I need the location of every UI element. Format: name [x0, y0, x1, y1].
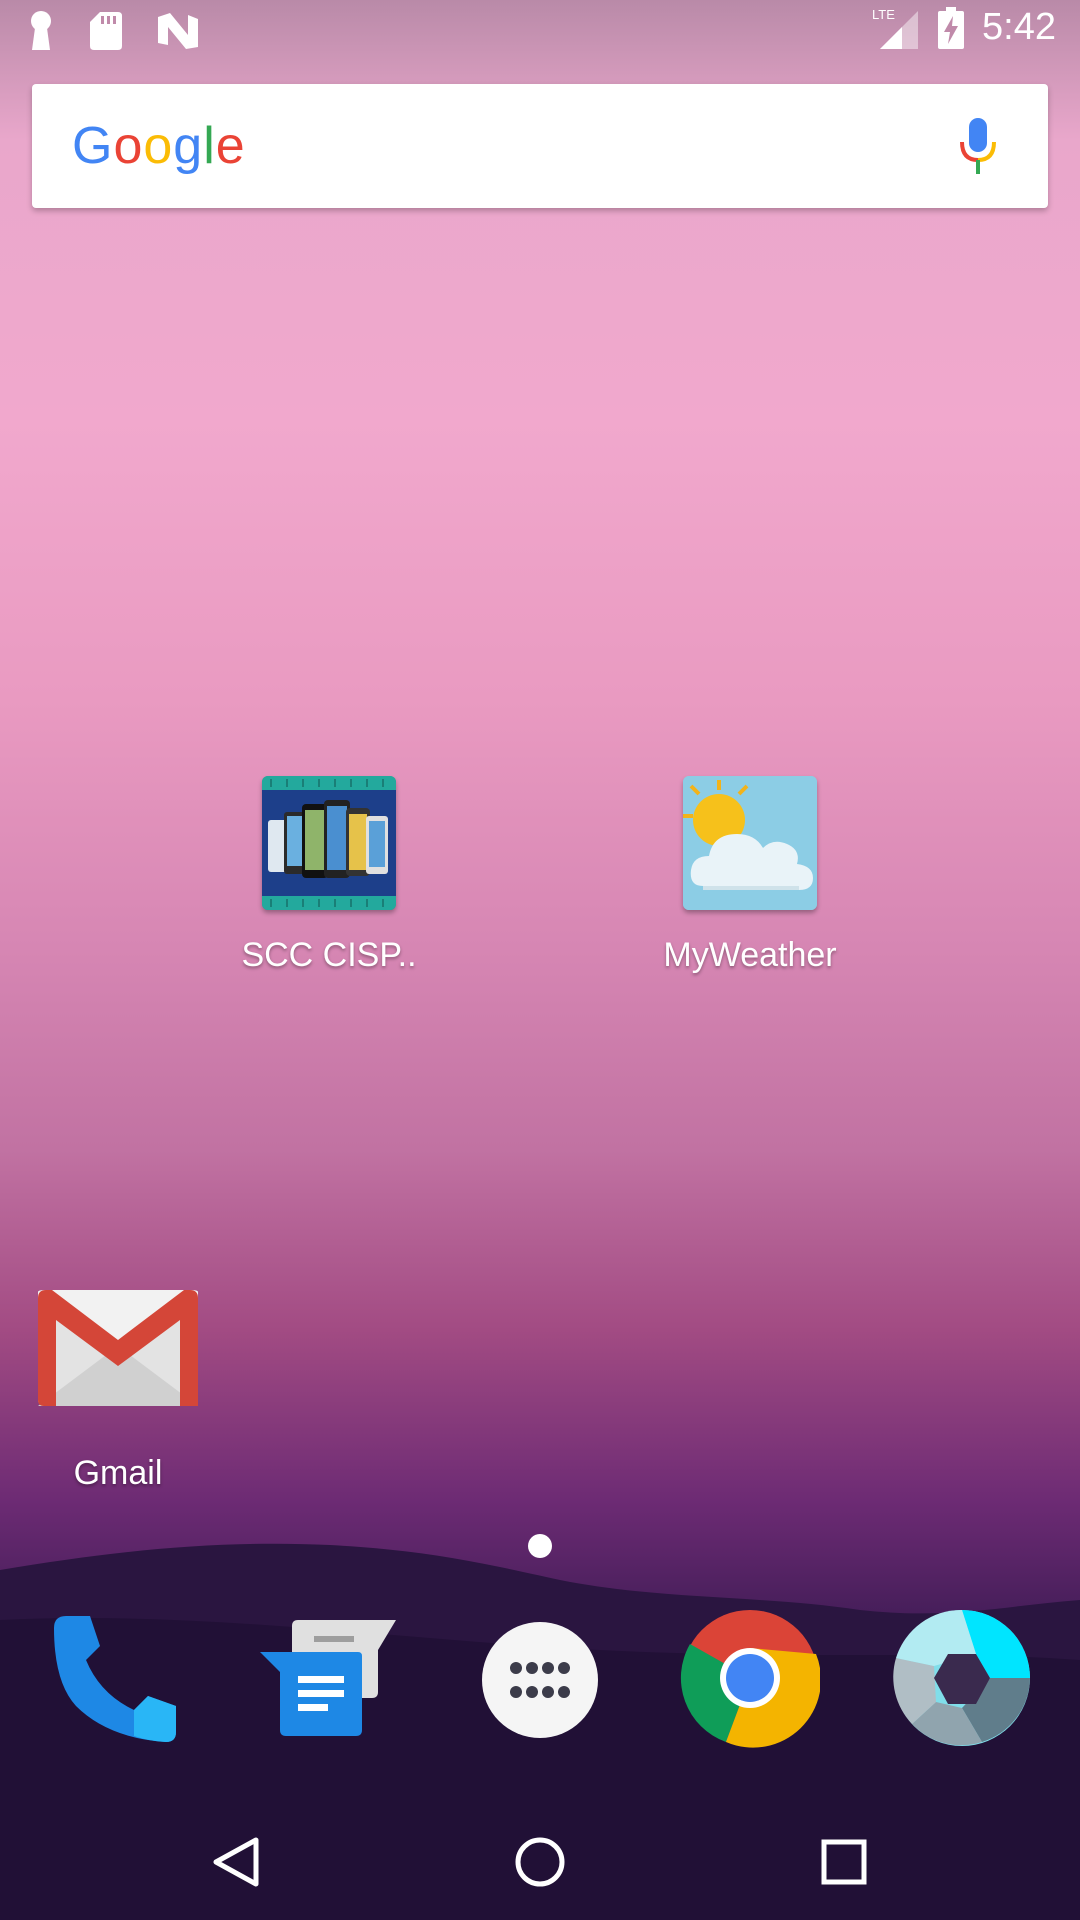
logo-letter: g	[173, 117, 204, 175]
signal-icon: LTE	[872, 7, 919, 49]
network-type-label: LTE	[872, 7, 895, 22]
home-icon[interactable]	[500, 1822, 580, 1902]
scc-cisp-app-icon	[262, 776, 396, 910]
app-myweather[interactable]: MyWeather	[650, 776, 850, 975]
nfc-n-icon	[158, 13, 198, 49]
recents-icon[interactable]	[804, 1822, 884, 1902]
mic-icon[interactable]	[958, 118, 998, 176]
logo-letter: l	[203, 117, 216, 175]
logo-letter: e	[215, 117, 246, 175]
weather-app-icon	[683, 776, 817, 910]
keyhole-icon	[31, 11, 51, 50]
logo-letter: o	[143, 117, 174, 175]
gmail-icon	[38, 1290, 198, 1406]
chrome-icon[interactable]	[680, 1608, 820, 1748]
app-drawer-icon[interactable]	[470, 1610, 610, 1750]
phone-icon[interactable]	[48, 1610, 188, 1750]
google-logo: Google	[72, 116, 246, 176]
app-label: SCC CISP..	[241, 936, 417, 974]
navigation-bar	[0, 1800, 1080, 1920]
status-bar: LTE 5:42	[0, 0, 1080, 64]
back-icon[interactable]	[196, 1822, 276, 1902]
app-label: MyWeather	[663, 936, 837, 974]
camera-icon[interactable]	[892, 1608, 1032, 1748]
logo-letter: o	[113, 117, 144, 175]
app-label: Gmail	[73, 1454, 163, 1492]
app-scc-cisp[interactable]: SCC CISP..	[229, 776, 429, 975]
clock: 5:42	[982, 6, 1056, 48]
page-indicator-dot	[528, 1534, 552, 1558]
sd-card-icon	[90, 12, 122, 50]
app-gmail[interactable]: Gmail	[18, 1290, 218, 1493]
google-search-bar[interactable]: Google	[32, 84, 1048, 208]
messages-icon[interactable]	[258, 1610, 398, 1750]
battery-charging-icon	[938, 6, 965, 49]
logo-letter: G	[72, 117, 114, 175]
